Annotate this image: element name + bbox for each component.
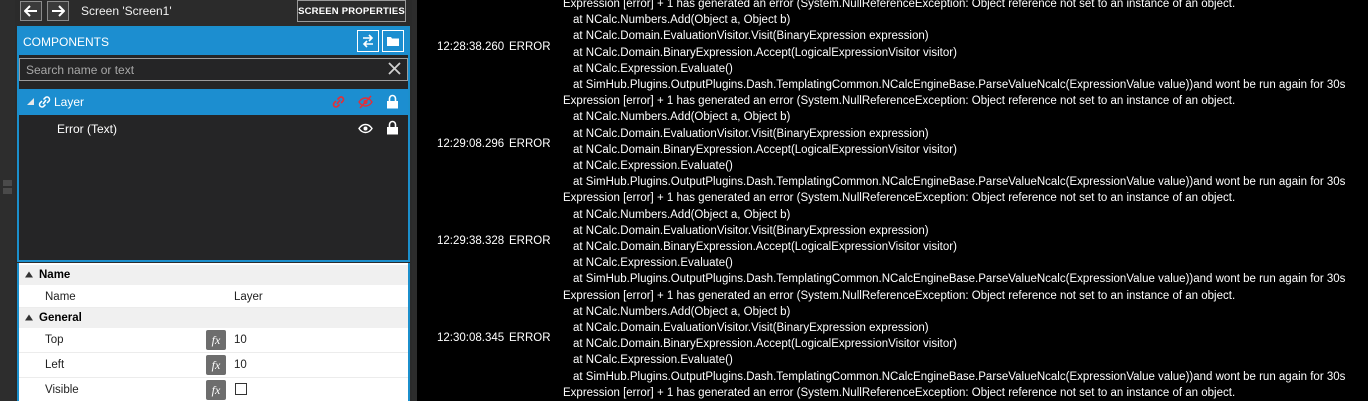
log-stack-line: at SimHub.Plugins.OutputPlugins.Dash.Tem… [573,273,1346,286]
property-row-top: Top fx 10 [19,328,408,353]
log-stack-line: at NCalc.Numbers.Add(Object a, Object b) [573,208,791,221]
dock-tab[interactable] [3,188,12,194]
property-value[interactable]: Layer [234,291,263,303]
property-label: Top [45,334,64,346]
property-row-visible: Visible fx [19,378,408,401]
tree-item-label: Layer [54,95,85,109]
left-dock-strip [0,0,15,401]
eye-hidden-icon[interactable] [358,95,373,109]
log-stack-line: at NCalc.Domain.EvaluationVisitor.Visit(… [573,127,929,140]
log-timestamp: 12:28:38.260 [437,40,505,53]
log-stack-line: at NCalc.Domain.EvaluationVisitor.Visit(… [573,322,929,334]
components-panel: COMPONENTS Layer Error (Text) [17,26,410,262]
search-input[interactable] [26,61,376,78]
log-stack-line: at SimHub.Plugins.OutputPlugins.Dash.Tem… [573,176,1346,189]
lock-icon[interactable] [386,120,399,135]
section-general[interactable]: General [19,308,408,328]
log-message-line: Expression [error] + 1 has generated an … [563,0,1236,10]
visible-checkbox[interactable] [235,383,247,395]
log-message-line: Expression [error] + 1 has generated an … [563,289,1236,302]
search-box [19,58,408,81]
formula-button[interactable]: fx [206,380,226,400]
property-label: Name [45,291,76,303]
log-output: Expression [error] + 1 has generated an … [417,0,1368,401]
property-value[interactable]: 10 [234,334,247,346]
property-row-left: Left fx 10 [19,353,408,378]
collapse-triangle-icon[interactable] [25,314,33,321]
log-stack-line: at NCalc.Expression.Evaluate() [573,160,733,172]
lock-icon[interactable] [386,94,399,109]
log-stack-line: at NCalc.Domain.EvaluationVisitor.Visit(… [573,224,929,237]
dock-tab[interactable] [3,180,12,186]
close-icon[interactable] [388,62,401,75]
swap-arrows-icon [362,34,374,48]
formula-button[interactable]: fx [206,355,226,375]
log-stack-line: at NCalc.Domain.BinaryExpression.Accept(… [573,143,957,156]
property-label: Left [45,359,65,371]
screen-properties-button[interactable]: SCREEN PROPERTIES [297,0,406,22]
log-level: ERROR [509,332,551,345]
arrow-right-icon [52,5,65,17]
forward-button[interactable] [47,1,69,21]
log-stack-line: at NCalc.Numbers.Add(Object a, Object b) [573,111,791,124]
log-timestamp: 12:29:08.296 [437,137,505,150]
log-timestamp: 12:29:38.328 [437,235,505,247]
log-stack-line: at NCalc.Domain.EvaluationVisitor.Visit(… [573,30,929,43]
section-label: Name [39,269,71,281]
log-stack-line: at NCalc.Numbers.Add(Object a, Object b) [573,14,791,27]
log-stack-line: at NCalc.Expression.Evaluate() [573,354,733,367]
section-name[interactable]: Name [19,265,408,285]
swap-button[interactable] [357,30,379,52]
link-icon[interactable] [331,95,346,109]
log-stack-line: at SimHub.Plugins.OutputPlugins.Dash.Tem… [573,370,1346,383]
tree-item-layer[interactable]: Layer [19,89,408,115]
log-stack-line: at NCalc.Expression.Evaluate() [573,257,733,270]
folder-button[interactable] [382,30,404,52]
log-stack-line: at NCalc.Expression.Evaluate() [573,62,733,75]
formula-button[interactable]: fx [206,330,226,350]
property-row-name: Name Layer [19,285,408,308]
log-message-line: Expression [error] + 1 has generated an … [563,386,1236,399]
log-stack-line: at NCalc.Domain.BinaryExpression.Accept(… [573,338,957,351]
log-message-line: Expression [error] + 1 has generated an … [563,95,1236,108]
folder-icon [387,37,399,46]
log-level: ERROR [509,137,551,150]
log-level: ERROR [509,235,551,247]
properties-panel: Name Name Layer General Top fx 10 Left f… [17,263,410,401]
designer-panel: Screen 'Screen1' SCREEN PROPERTIES COMPO… [15,0,412,401]
back-button[interactable] [20,1,42,21]
expand-triangle-icon[interactable] [27,98,35,106]
section-label: General [39,312,82,324]
log-level: ERROR [509,40,551,53]
tree-item-label: Error (Text) [57,122,117,136]
log-stack-line: at NCalc.Domain.BinaryExpression.Accept(… [573,241,957,253]
arrow-left-icon [24,5,37,17]
eye-icon[interactable] [358,123,373,134]
collapse-triangle-icon[interactable] [25,271,33,278]
link-icon [38,96,51,108]
screen-title: Screen 'Screen1' [81,4,172,18]
tree-item-error-text[interactable]: Error (Text) [19,117,408,141]
log-message-line: Expression [error] + 1 has generated an … [563,192,1236,205]
property-label: Visible [45,384,79,396]
components-title: COMPONENTS [23,35,110,49]
components-header: COMPONENTS [19,28,408,55]
log-timestamp: 12:30:08.345 [437,332,505,345]
property-value[interactable]: 10 [234,359,247,371]
log-stack-line: at NCalc.Numbers.Add(Object a, Object b) [573,305,791,318]
log-stack-line: at SimHub.Plugins.OutputPlugins.Dash.Tem… [573,79,1346,91]
screen-toolbar: Screen 'Screen1' SCREEN PROPERTIES [15,0,412,24]
log-stack-line: at NCalc.Domain.BinaryExpression.Accept(… [573,46,957,59]
